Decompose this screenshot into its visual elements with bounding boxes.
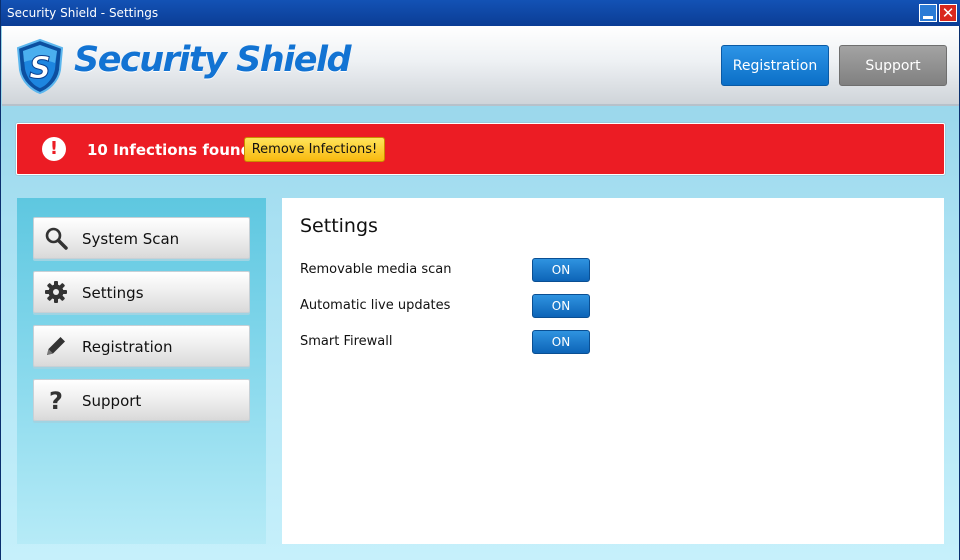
sidebar-item-label: System Scan xyxy=(82,230,180,248)
live-updates-toggle[interactable]: ON xyxy=(532,294,590,318)
setting-label: Smart Firewall xyxy=(300,334,393,349)
sidebar-item-system-scan[interactable]: System Scan xyxy=(33,217,250,259)
close-icon: ✕ xyxy=(941,3,955,22)
setting-label: Removable media scan xyxy=(300,262,452,277)
logo-letter: S xyxy=(29,51,51,86)
window-title: Security Shield - Settings xyxy=(7,6,159,20)
title-bar[interactable]: Security Shield - Settings ✕ xyxy=(1,0,960,26)
close-button[interactable]: ✕ xyxy=(939,4,957,22)
search-icon xyxy=(45,227,68,250)
minimize-button[interactable] xyxy=(919,4,937,22)
registration-button[interactable]: Registration xyxy=(721,45,829,86)
sidebar-item-label: Registration xyxy=(82,338,173,356)
setting-label: Automatic live updates xyxy=(300,298,451,313)
sidebar-item-label: Settings xyxy=(82,284,144,302)
question-icon: ? xyxy=(49,388,63,412)
gear-icon xyxy=(45,281,67,303)
setting-row-removable-media: Removable media scan ON xyxy=(300,258,900,282)
alert-message: 10 Infections found. xyxy=(87,141,258,159)
sidebar-item-settings[interactable]: Settings xyxy=(33,271,250,313)
setting-row-live-updates: Automatic live updates ON xyxy=(300,294,900,318)
app-window: Security Shield - Settings ✕ S Security … xyxy=(0,0,960,560)
removable-media-toggle[interactable]: ON xyxy=(532,258,590,282)
smart-firewall-toggle[interactable]: ON xyxy=(532,330,590,354)
minimize-icon xyxy=(923,15,933,19)
settings-panel: Settings Removable media scan ON Automat… xyxy=(282,198,944,544)
warning-icon: ! xyxy=(42,137,66,161)
pencil-icon xyxy=(47,337,65,355)
sidebar: System Scan Settings Registration ? Supp… xyxy=(17,198,266,544)
sidebar-item-support[interactable]: ? Support xyxy=(33,379,250,421)
infection-alert: ! 10 Infections found. Remove Infections… xyxy=(16,123,945,175)
support-button[interactable]: Support xyxy=(839,45,947,86)
setting-row-smart-firewall: Smart Firewall ON xyxy=(300,330,900,354)
app-header: S Security Shield Registration Support xyxy=(2,26,959,106)
remove-infections-button[interactable]: Remove Infections! xyxy=(244,137,385,162)
sidebar-item-registration[interactable]: Registration xyxy=(33,325,250,367)
svg-text:?: ? xyxy=(49,388,63,412)
sidebar-item-label: Support xyxy=(82,392,142,410)
page-title: Settings xyxy=(300,215,378,237)
shield-logo-icon: S xyxy=(16,38,64,94)
app-logo-text: Security Shield xyxy=(74,40,352,80)
